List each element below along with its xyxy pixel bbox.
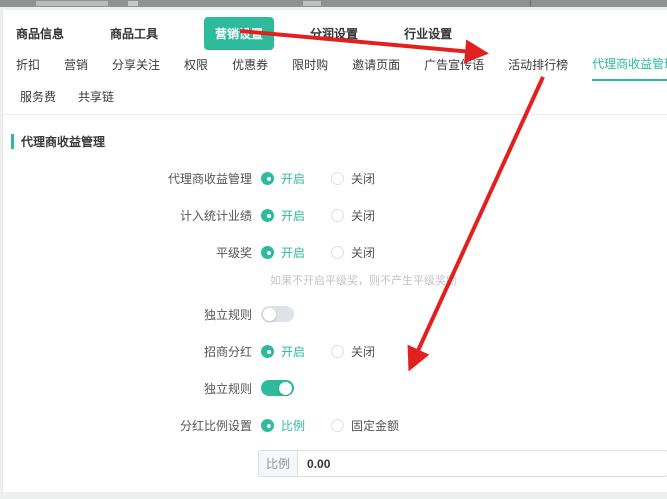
- field-label: 代理商收益管理: [3, 170, 261, 187]
- toggle-knob: [279, 382, 292, 395]
- sliver-fragment: [36, 1, 108, 6]
- tab-profit-sharing-settings[interactable]: 分润设置: [310, 25, 358, 42]
- sliver-divider: [530, 0, 531, 7]
- ratio-input-prefix: 比例: [258, 450, 297, 477]
- sliver-fragment: [128, 1, 138, 6]
- tab-shared-chain[interactable]: 共享链: [78, 88, 114, 105]
- radio-label: 关闭: [351, 343, 375, 360]
- field-label: 独立规则: [3, 306, 261, 323]
- tab-service-fee[interactable]: 服务费: [20, 88, 56, 105]
- radio-dot-icon: [261, 419, 274, 432]
- secondary-tab-bar: 折扣 营销 分享关注 权限 优惠券 限时购 邀请页面 广告宣传语 活动排行榜 代…: [3, 52, 667, 78]
- settings-panel: 商品信息 商品工具 营销设置 分润设置 行业设置 折扣 营销 分享关注 权限 优…: [2, 10, 667, 492]
- radio-dot-icon: [261, 246, 274, 259]
- radio-label: 关闭: [351, 170, 375, 187]
- radio-on[interactable]: 开启: [261, 170, 305, 187]
- form-row-dividend-ratio-setting: 分红比例设置 比例 固定金额: [3, 413, 667, 437]
- radio-dot-icon: [331, 209, 344, 222]
- form-row-independent-rule-2: 独立规则: [3, 376, 667, 400]
- field-label: 招商分红: [3, 343, 261, 360]
- radio-label: 开启: [281, 207, 305, 224]
- tab-discount[interactable]: 折扣: [16, 56, 40, 80]
- field-label: 独立规则: [3, 380, 261, 397]
- section-accent-bar: [11, 134, 14, 149]
- form-row-independent-rule-1: 独立规则: [3, 302, 667, 326]
- field-label: 分红比例设置: [3, 417, 261, 434]
- tab-product-info[interactable]: 商品信息: [16, 25, 64, 42]
- tab-marketing-settings[interactable]: 营销设置: [204, 17, 274, 50]
- agent-revenue-form: 代理商收益管理 开启 关闭 计入统计业绩 开启: [3, 166, 667, 477]
- radio-label: 固定金额: [351, 417, 399, 434]
- section-divider: [3, 114, 667, 115]
- radio-off[interactable]: 关闭: [331, 244, 375, 261]
- ratio-input-group: 比例: [258, 450, 667, 477]
- radio-dot-icon: [331, 419, 344, 432]
- tab-activity-ranking[interactable]: 活动排行榜: [508, 56, 568, 80]
- form-row-recruit-dividend: 招商分红 开启 关闭: [3, 339, 667, 363]
- field-label: 平级奖: [3, 244, 261, 261]
- hint-row: 如果不开启平级奖，则不产生平级奖励: [3, 271, 667, 289]
- radio-dot-icon: [261, 209, 274, 222]
- radio-label: 开启: [281, 343, 305, 360]
- section-title: 代理商收益管理: [21, 133, 105, 150]
- radio-on[interactable]: 开启: [261, 244, 305, 261]
- radio-dot-icon: [261, 172, 274, 185]
- section-header: 代理商收益管理: [11, 133, 667, 150]
- toggle-knob: [263, 308, 276, 321]
- tab-agent-revenue-management[interactable]: 代理商收益管理: [592, 55, 667, 81]
- radio-fixed-amount[interactable]: 固定金额: [331, 417, 399, 434]
- field-label: 计入统计业绩: [3, 207, 261, 224]
- radio-off[interactable]: 关闭: [331, 343, 375, 360]
- radio-ratio[interactable]: 比例: [261, 417, 305, 434]
- sliver-fragment: [303, 1, 321, 6]
- radio-off[interactable]: 关闭: [331, 170, 375, 187]
- radio-dot-icon: [261, 345, 274, 358]
- tab-industry-settings[interactable]: 行业设置: [404, 25, 452, 42]
- previous-screen-sliver: [0, 0, 667, 7]
- radio-dot-icon: [331, 246, 344, 259]
- independent-rule-toggle-2[interactable]: [261, 380, 294, 396]
- radio-dot-icon: [331, 172, 344, 185]
- primary-tab-bar: 商品信息 商品工具 营销设置 分润设置 行业设置: [3, 10, 667, 52]
- tab-invite-page[interactable]: 邀请页面: [352, 56, 400, 80]
- independent-rule-toggle[interactable]: [261, 306, 294, 322]
- tab-share-follow[interactable]: 分享关注: [112, 56, 160, 80]
- same-level-bonus-hint: 如果不开启平级奖，则不产生平级奖励: [270, 275, 457, 287]
- radio-label: 开启: [281, 170, 305, 187]
- tab-flash-sale[interactable]: 限时购: [292, 56, 328, 80]
- tab-ad-slogan[interactable]: 广告宣传语: [424, 56, 484, 80]
- radio-on[interactable]: 开启: [261, 207, 305, 224]
- ratio-input[interactable]: [297, 450, 667, 477]
- tab-coupons[interactable]: 优惠券: [232, 56, 268, 80]
- tab-marketing[interactable]: 营销: [64, 56, 88, 80]
- radio-on[interactable]: 开启: [261, 343, 305, 360]
- radio-label: 比例: [281, 417, 305, 434]
- radio-label: 关闭: [351, 244, 375, 261]
- tab-permissions[interactable]: 权限: [184, 56, 208, 80]
- tab-product-tools[interactable]: 商品工具: [110, 25, 158, 42]
- radio-dot-icon: [331, 345, 344, 358]
- radio-off[interactable]: 关闭: [331, 207, 375, 224]
- radio-label: 关闭: [351, 207, 375, 224]
- form-row-agent-revenue: 代理商收益管理 开启 关闭: [3, 166, 667, 190]
- radio-label: 开启: [281, 244, 305, 261]
- form-row-count-into-stats: 计入统计业绩 开启 关闭: [3, 203, 667, 227]
- form-row-same-level-bonus: 平级奖 开启 关闭: [3, 240, 667, 264]
- secondary-tab-bar-row2: 服务费 共享链: [3, 78, 667, 106]
